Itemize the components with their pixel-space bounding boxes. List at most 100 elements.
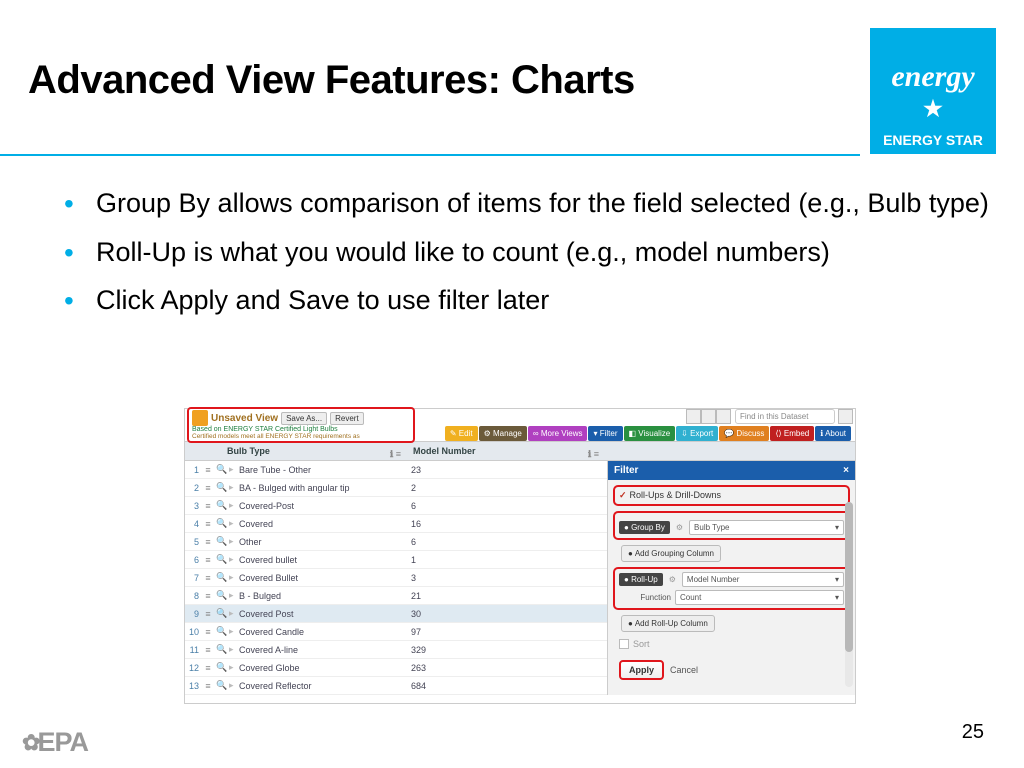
revert-button[interactable]: Revert <box>330 412 364 425</box>
add-rollup-button[interactable]: ●Add Roll-Up Column <box>621 615 715 632</box>
cell-model-number: 1 <box>411 555 607 565</box>
rollup-callout: ● Roll-Up ⚙ Model Number▾ Function Count… <box>613 567 850 610</box>
bullet-item: Click Apply and Save to use filter later <box>52 283 1024 318</box>
column-bulb-type[interactable]: Bulb Typeℹ ≡ <box>185 446 407 456</box>
group-by-select[interactable]: Bulb Type▾ <box>689 520 844 535</box>
embed-button[interactable]: ⟨⟩ Embed <box>770 426 814 441</box>
row-menu-icon[interactable]: ≡ <box>201 609 215 619</box>
view-mode-buttons <box>686 409 731 424</box>
star-icon: ★ <box>923 96 943 122</box>
discuss-button[interactable]: 💬 Discuss <box>719 426 769 441</box>
table-row[interactable]: 10≡🔍▸Covered Candle97 <box>185 623 607 641</box>
view-mode-3[interactable] <box>716 409 731 424</box>
based-on-text: Based on ENERGY STAR Certified Light Bul… <box>192 426 410 433</box>
magnifier-icon[interactable]: 🔍 <box>215 482 229 493</box>
check-icon: ✓ <box>619 490 627 500</box>
header: Advanced View Features: Charts energy ★ … <box>28 28 996 154</box>
groupby-callout: ● Group By ⚙ Bulb Type▾ <box>613 511 850 540</box>
add-grouping-button[interactable]: ●Add Grouping Column <box>621 545 721 562</box>
table-row[interactable]: 8≡🔍▸B - Bulged21 <box>185 587 607 605</box>
view-mode-2[interactable] <box>701 409 716 424</box>
view-mode-1[interactable] <box>686 409 701 424</box>
filter-panel-header: Filter × <box>608 461 855 480</box>
chevron-right-icon: ▸ <box>229 608 239 619</box>
row-menu-icon[interactable]: ≡ <box>201 555 215 565</box>
bullet-list: Group By allows comparison of items for … <box>52 186 1024 318</box>
row-menu-icon[interactable]: ≡ <box>201 681 215 691</box>
table-row[interactable]: 5≡🔍▸Other6 <box>185 533 607 551</box>
close-icon[interactable]: × <box>843 465 849 476</box>
fullscreen-button[interactable] <box>838 409 853 424</box>
table-row[interactable]: 6≡🔍▸Covered bullet1 <box>185 551 607 569</box>
magnifier-icon[interactable]: 🔍 <box>215 608 229 619</box>
sort-row[interactable]: Sort <box>613 637 850 651</box>
table-row[interactable]: 12≡🔍▸Covered Globe263 <box>185 659 607 677</box>
filter-panel: Filter × ✓Roll-Ups & Drill-Downs ● Group… <box>607 461 855 695</box>
energy-star-logo: energy ★ ENERGY STAR <box>870 28 996 154</box>
table-row[interactable]: 1≡🔍▸Bare Tube - Other23 <box>185 461 607 479</box>
function-select[interactable]: Count▾ <box>675 590 844 605</box>
column-model-number[interactable]: Model Numberℹ ≡ <box>407 446 855 456</box>
row-number: 11 <box>185 645 201 655</box>
chevron-right-icon: ▸ <box>229 500 239 511</box>
view-icon <box>192 410 208 426</box>
roll-up-select[interactable]: Model Number▾ <box>682 572 844 587</box>
table-row[interactable]: 7≡🔍▸Covered Bullet3 <box>185 569 607 587</box>
panel-scrollbar[interactable] <box>845 502 853 687</box>
table-row[interactable]: 11≡🔍▸Covered A-line329 <box>185 641 607 659</box>
row-number: 8 <box>185 591 201 601</box>
row-number: 9 <box>185 609 201 619</box>
cell-bulb-type: Covered bullet <box>239 555 411 565</box>
table-row[interactable]: 4≡🔍▸Covered16 <box>185 515 607 533</box>
manage-button[interactable]: ⚙ Manage <box>479 426 527 441</box>
row-menu-icon[interactable]: ≡ <box>201 519 215 529</box>
export-button[interactable]: ⇩ Export <box>676 426 718 441</box>
more-views-button[interactable]: ∞ More Views <box>528 426 588 441</box>
cell-model-number: 23 <box>411 465 607 475</box>
cell-bulb-type: BA - Bulged with angular tip <box>239 483 411 493</box>
table-row[interactable]: 9≡🔍▸Covered Post30 <box>185 605 607 623</box>
cell-model-number: 684 <box>411 681 607 691</box>
magnifier-icon[interactable]: 🔍 <box>215 644 229 655</box>
sort-checkbox[interactable] <box>619 639 629 649</box>
magnifier-icon[interactable]: 🔍 <box>215 554 229 565</box>
row-menu-icon[interactable]: ≡ <box>201 501 215 511</box>
note-text: Certified models meet all ENERGY STAR re… <box>192 433 410 440</box>
apply-button[interactable]: Apply <box>619 660 664 680</box>
row-menu-icon[interactable]: ≡ <box>201 465 215 475</box>
row-menu-icon[interactable]: ≡ <box>201 537 215 547</box>
visualize-button[interactable]: ◧ Visualize <box>624 426 676 441</box>
row-menu-icon[interactable]: ≡ <box>201 627 215 637</box>
search-input[interactable]: Find in this Dataset <box>735 409 835 424</box>
magnifier-icon[interactable]: 🔍 <box>215 680 229 691</box>
gear-icon[interactable]: ⚙ <box>667 575 678 584</box>
edit-button[interactable]: ✎ Edit <box>445 426 478 441</box>
gear-icon[interactable]: ⚙ <box>674 523 685 532</box>
row-menu-icon[interactable]: ≡ <box>201 591 215 601</box>
table-row[interactable]: 2≡🔍▸BA - Bulged with angular tip2 <box>185 479 607 497</box>
chevron-right-icon: ▸ <box>229 662 239 673</box>
magnifier-icon[interactable]: 🔍 <box>215 536 229 547</box>
magnifier-icon[interactable]: 🔍 <box>215 590 229 601</box>
row-menu-icon[interactable]: ≡ <box>201 663 215 673</box>
cell-bulb-type: Other <box>239 537 411 547</box>
magnifier-icon[interactable]: 🔍 <box>215 626 229 637</box>
magnifier-icon[interactable]: 🔍 <box>215 518 229 529</box>
magnifier-icon[interactable]: 🔍 <box>215 500 229 511</box>
row-menu-icon[interactable]: ≡ <box>201 483 215 493</box>
row-menu-icon[interactable]: ≡ <box>201 645 215 655</box>
row-menu-icon[interactable]: ≡ <box>201 573 215 583</box>
chevron-right-icon: ▸ <box>229 680 239 691</box>
magnifier-icon[interactable]: 🔍 <box>215 464 229 475</box>
table-row[interactable]: 13≡🔍▸Covered Reflector684 <box>185 677 607 695</box>
table-row[interactable]: 3≡🔍▸Covered-Post6 <box>185 497 607 515</box>
filter-button[interactable]: ▾ Filter <box>588 426 622 441</box>
cancel-button[interactable]: Cancel <box>670 665 698 675</box>
bullet-item: Group By allows comparison of items for … <box>52 186 1024 221</box>
magnifier-icon[interactable]: 🔍 <box>215 572 229 583</box>
magnifier-icon[interactable]: 🔍 <box>215 662 229 673</box>
save-as-button[interactable]: Save As... <box>281 412 327 425</box>
about-button[interactable]: ℹ About <box>815 426 851 441</box>
chevron-right-icon: ▸ <box>229 464 239 475</box>
row-number: 12 <box>185 663 201 673</box>
